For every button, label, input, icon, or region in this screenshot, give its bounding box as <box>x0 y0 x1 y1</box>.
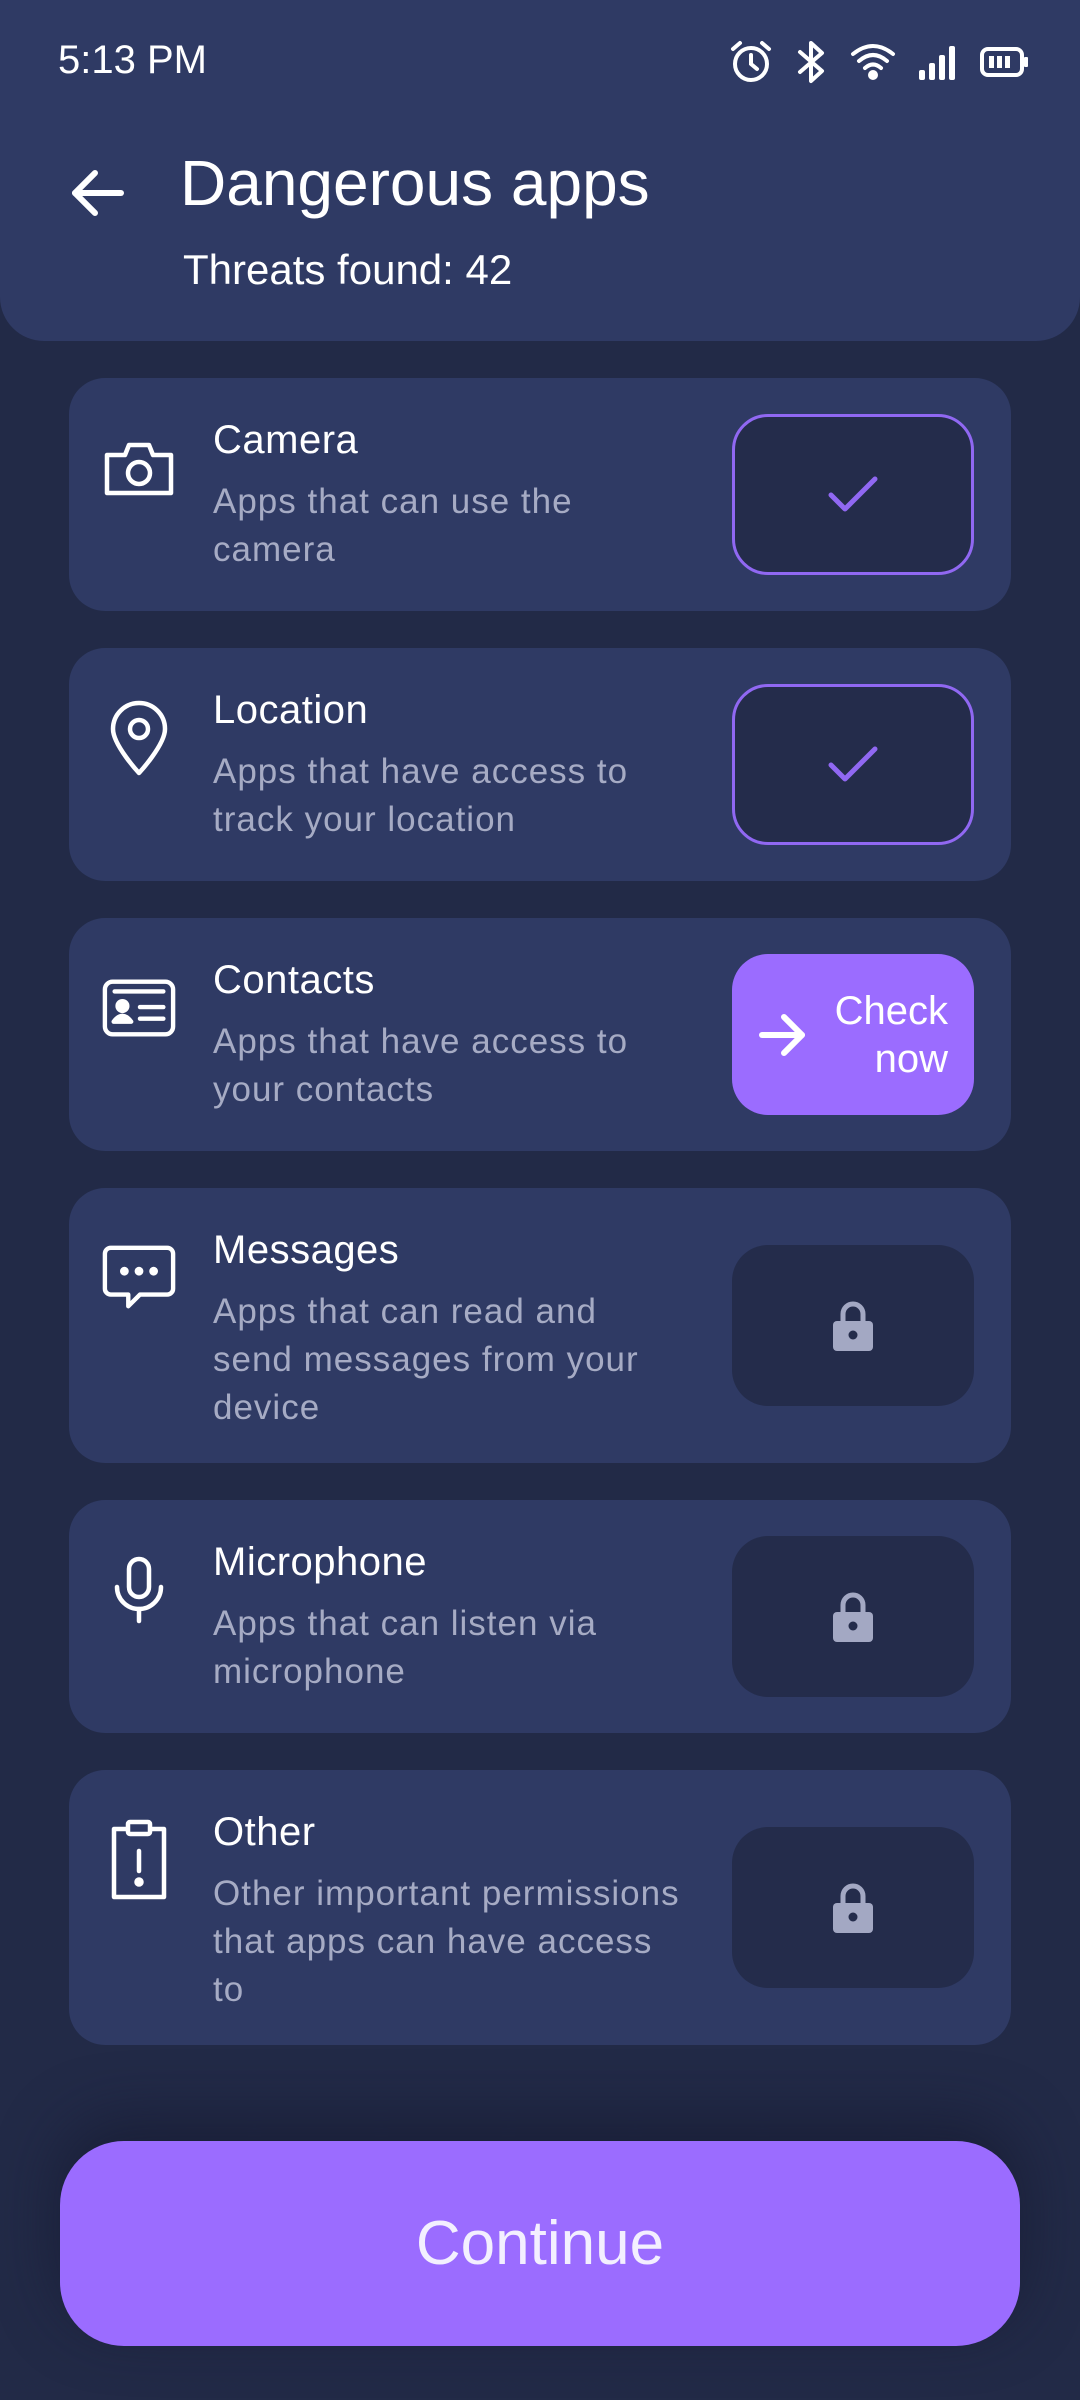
signal-icon <box>918 44 958 80</box>
check-now-label: Check now <box>834 988 948 1081</box>
arrow-right-icon <box>759 1013 805 1056</box>
battery-icon <box>980 47 1030 77</box>
back-button[interactable] <box>62 158 132 228</box>
message-bubble-icon <box>101 1240 177 1316</box>
category-title: Contacts <box>213 958 375 1002</box>
camera-icon <box>101 430 177 506</box>
lock-icon <box>833 1883 873 1933</box>
lock-icon <box>833 1592 873 1642</box>
location-done-button[interactable] <box>732 684 974 845</box>
check-icon <box>828 746 878 781</box>
category-title: Camera <box>213 418 359 462</box>
bluetooth-icon <box>796 39 828 85</box>
wifi-icon <box>850 42 896 82</box>
check-now-button[interactable]: Check now <box>732 954 974 1115</box>
category-card-messages: Messages Apps that can read and send mes… <box>69 1188 1011 1463</box>
threats-count: Threats found: 42 <box>183 246 513 293</box>
arrow-left-icon <box>72 170 124 216</box>
category-description: Other important permissions that apps ca… <box>213 1874 680 2009</box>
camera-done-button[interactable] <box>732 414 974 575</box>
status-icons <box>728 36 1030 88</box>
continue-button[interactable]: Continue <box>60 2141 1020 2346</box>
category-title: Location <box>213 688 369 732</box>
location-pin-icon <box>101 700 177 776</box>
category-description: Apps that have access to your contacts <box>213 1022 629 1109</box>
category-title: Messages <box>213 1228 400 1272</box>
category-card-camera: Camera Apps that can use the camera <box>69 378 1011 611</box>
microphone-icon <box>101 1552 177 1628</box>
alarm-icon <box>728 39 774 85</box>
lock-icon <box>833 1301 873 1351</box>
category-description: Apps that can read and send messages fro… <box>213 1292 639 1427</box>
category-card-contacts: Contacts Apps that have access to your c… <box>69 918 1011 1151</box>
category-description: Apps that can use the camera <box>213 482 573 569</box>
page-title: Dangerous apps <box>180 147 650 219</box>
messages-locked-button[interactable] <box>732 1245 974 1406</box>
contact-card-icon <box>101 970 177 1046</box>
app-header: 5:13 PM Dangerous apps Threats found: 42 <box>0 0 1080 341</box>
check-icon <box>828 476 878 511</box>
category-card-location: Location Apps that have access to track … <box>69 648 1011 881</box>
category-description: Apps that can listen via microphone <box>213 1604 597 1691</box>
other-locked-button[interactable] <box>732 1827 974 1988</box>
microphone-locked-button[interactable] <box>732 1536 974 1697</box>
category-card-other: Other Other important permissions that a… <box>69 1770 1011 2045</box>
category-title: Other <box>213 1810 316 1854</box>
clipboard-alert-icon <box>101 1819 177 1900</box>
status-time: 5:13 PM <box>58 38 207 82</box>
category-card-microphone: Microphone Apps that can listen via micr… <box>69 1500 1011 1733</box>
category-description: Apps that have access to track your loca… <box>213 752 629 839</box>
category-title: Microphone <box>213 1540 428 1584</box>
